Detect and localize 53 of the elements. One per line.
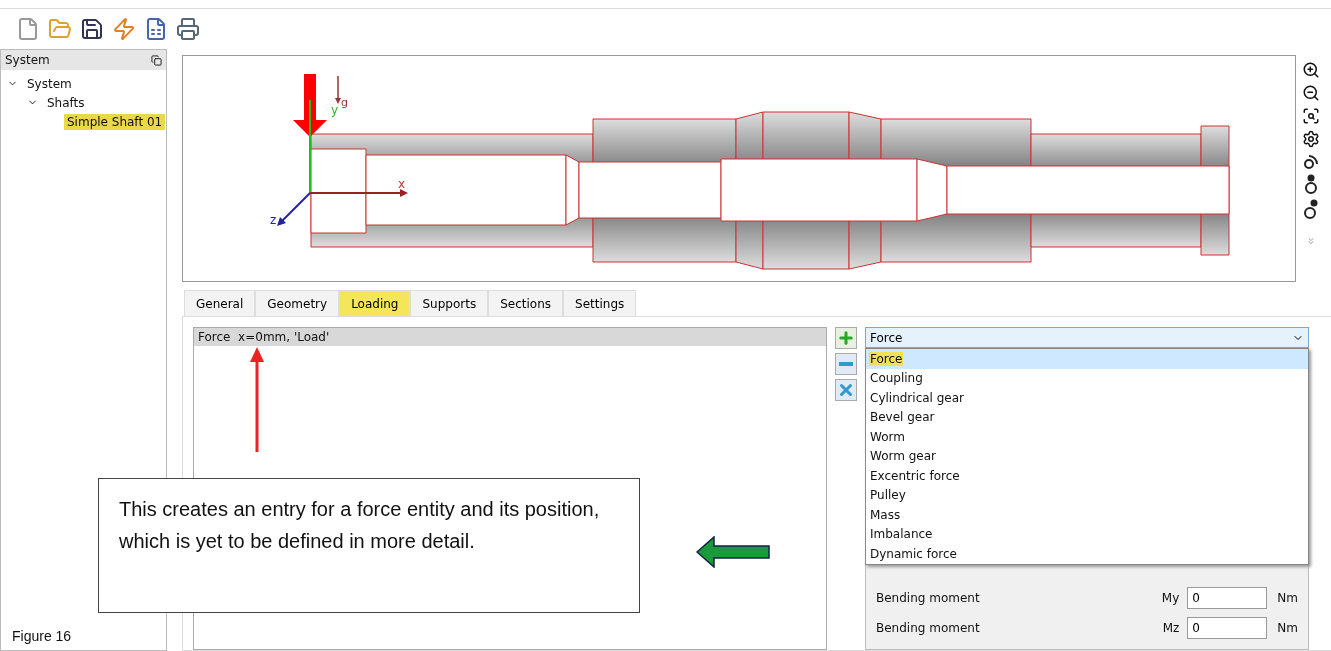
dropdown-option[interactable]: Cylindrical gear (866, 388, 1308, 408)
unit-label: Nm (1277, 621, 1298, 635)
list-item[interactable]: Force x=0mm, 'Load' (194, 328, 826, 346)
panel-title: System (5, 53, 50, 67)
tab[interactable]: Geometry (255, 290, 340, 316)
dropdown-option[interactable]: Bevel gear (866, 407, 1308, 427)
load-type-dropdown[interactable]: Force (865, 327, 1309, 348)
tab[interactable]: Settings (563, 290, 637, 316)
remove-button[interactable] (835, 353, 857, 375)
new-file-icon[interactable] (16, 17, 40, 41)
tab[interactable]: Sections (488, 290, 564, 316)
tab[interactable]: Supports (410, 290, 489, 316)
report-icon[interactable] (144, 17, 168, 41)
dropdown-option[interactable]: Worm (866, 427, 1308, 447)
minus-icon (839, 362, 853, 366)
restore-icon[interactable] (151, 54, 162, 66)
printer-icon[interactable] (176, 17, 200, 41)
cross-icon (837, 381, 855, 399)
dropdown-option[interactable]: Coupling (866, 368, 1308, 388)
dropdown-option[interactable]: Dynamic force (866, 544, 1308, 564)
unit-label: Nm (1277, 591, 1298, 605)
save-icon[interactable] (80, 17, 104, 41)
tree-item[interactable]: Simple Shaft 01 (64, 113, 166, 130)
dropdown-option[interactable]: Imbalance (866, 524, 1308, 544)
support-add-icon[interactable] (1303, 199, 1319, 219)
delete-button[interactable] (835, 379, 857, 401)
zoom-fit-icon[interactable] (1302, 107, 1320, 125)
plus-icon (837, 329, 855, 347)
symbol-label: My (1161, 591, 1180, 605)
field-label: Bending moment (876, 621, 981, 635)
dropdown-option[interactable]: Mass (866, 505, 1308, 525)
lightning-icon[interactable] (112, 17, 136, 41)
zoom-in-icon[interactable] (1302, 61, 1320, 79)
support-icon[interactable] (1304, 174, 1318, 194)
figure-caption: Figure 16 (12, 628, 72, 644)
field-label: Bending moment (876, 591, 981, 605)
add-button[interactable] (835, 327, 857, 349)
dropdown-option[interactable]: Excentric force (866, 466, 1308, 486)
tree-item[interactable]: System (24, 75, 75, 92)
tree-item[interactable]: Shafts (44, 94, 88, 111)
input-field[interactable]: 0 (1187, 587, 1268, 609)
dropdown-option[interactable]: Force (866, 349, 1308, 369)
zoom-out-icon[interactable] (1302, 84, 1320, 102)
settings-icon[interactable] (1302, 130, 1320, 148)
dropdown-option[interactable]: Pulley (866, 485, 1308, 505)
tab[interactable]: Loading (339, 290, 411, 316)
input-field[interactable]: 0 (1187, 617, 1268, 639)
rotate-icon[interactable] (1303, 153, 1319, 169)
dropdown-option[interactable]: Worm gear (866, 446, 1308, 466)
symbol-label: Mz (1162, 621, 1180, 635)
callout-text: This creates an entry for a force entity and its position, which is yet to be defined in more detail. (98, 478, 640, 613)
tab[interactable]: General (184, 290, 256, 316)
force-arrow (292, 74, 328, 138)
